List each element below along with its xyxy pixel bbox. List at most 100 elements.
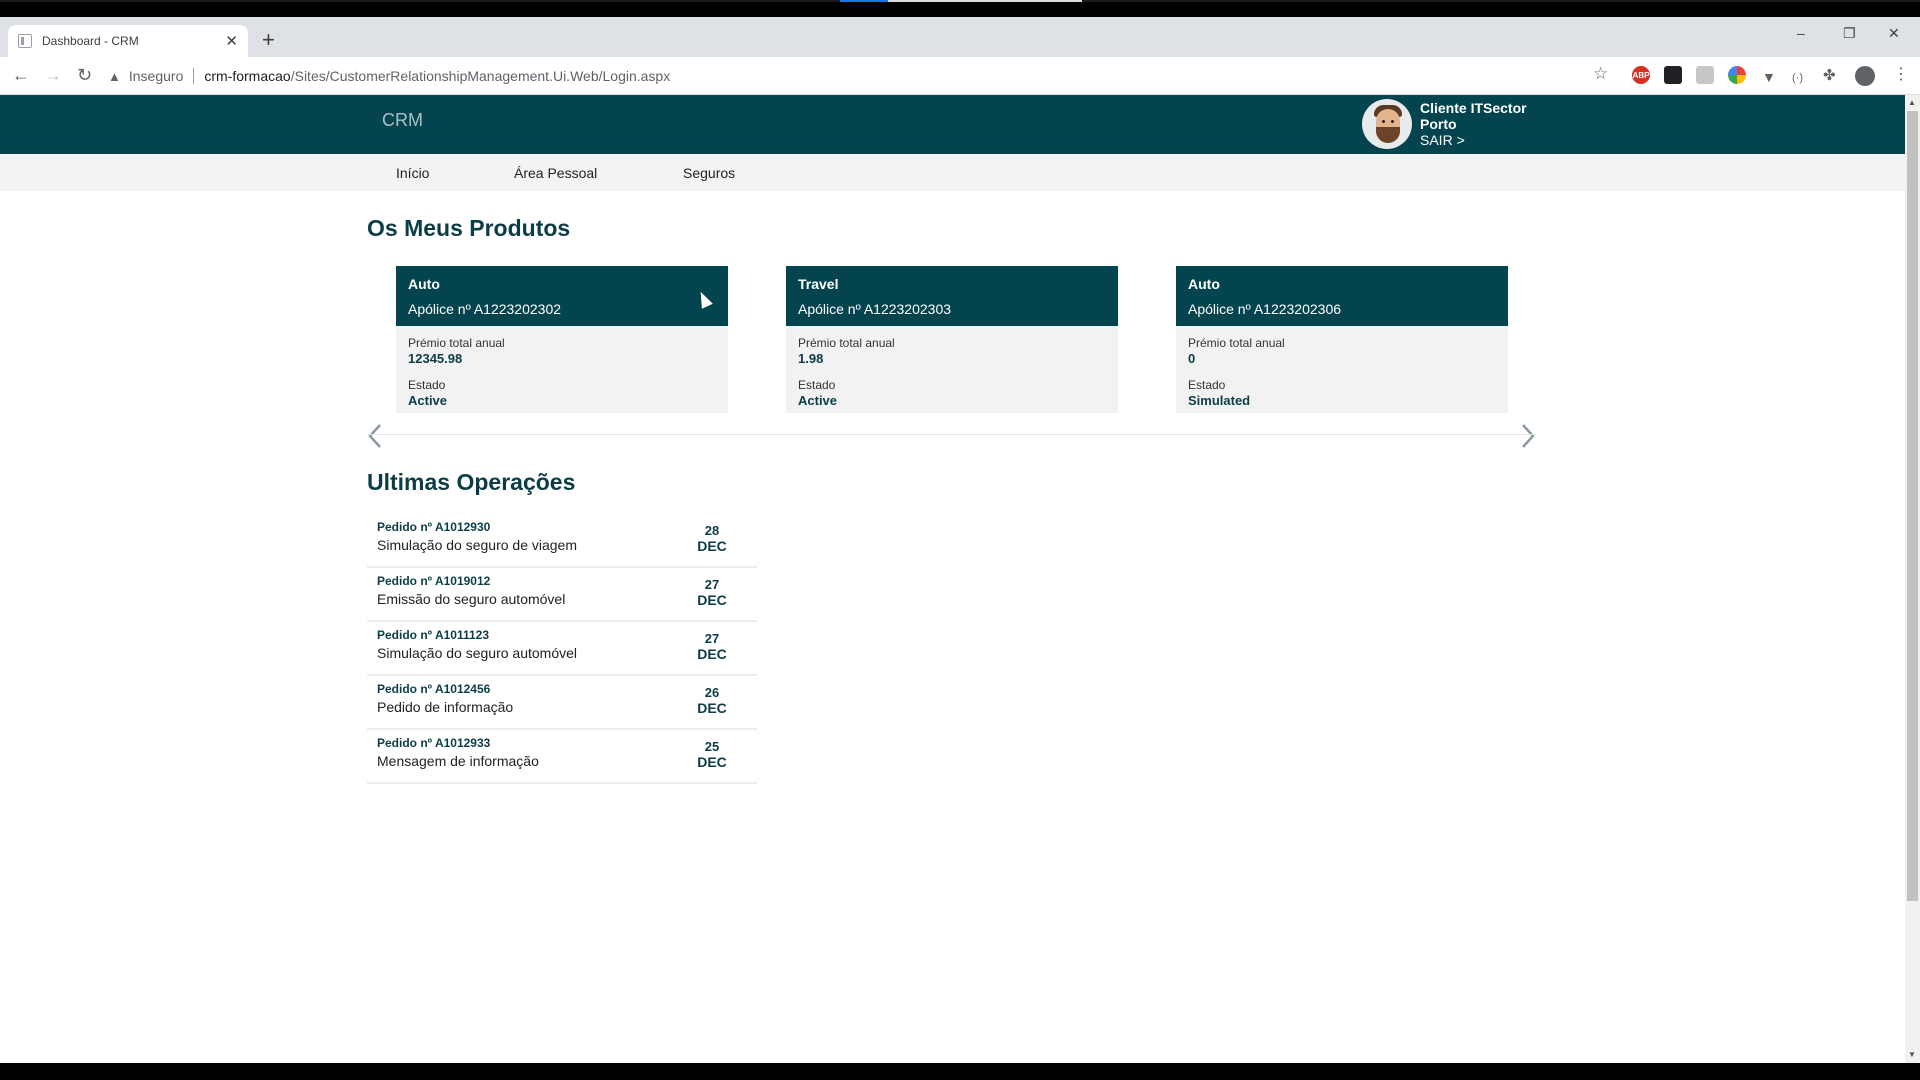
- section-divider: [367, 434, 1537, 435]
- extension-filter-icon[interactable]: ▼: [1762, 67, 1776, 87]
- tab-title: Dashboard - CRM: [42, 34, 139, 48]
- operation-number: Pedido nº A1012933: [377, 736, 491, 750]
- scrollbar-thumb[interactable]: [1907, 111, 1918, 901]
- minimize-button[interactable]: –: [1797, 25, 1805, 41]
- operation-description: Pedido de informação: [377, 699, 514, 715]
- extension-mask-icon[interactable]: [1664, 66, 1682, 84]
- page: CRM Cliente ITSector Porto SAIR > Início…: [0, 95, 1905, 1063]
- star-icon[interactable]: ☆: [1593, 64, 1608, 84]
- premium-value: 12345.98: [408, 351, 463, 366]
- operation-month: DEC: [697, 592, 727, 608]
- premium-value: 0: [1188, 351, 1196, 366]
- operation-number: Pedido nº A1011123: [377, 628, 489, 642]
- logout-link[interactable]: SAIR >: [1420, 132, 1527, 148]
- user-panel: Cliente ITSector Porto SAIR >: [1362, 99, 1527, 149]
- scroll-down-icon[interactable]: ▼: [1908, 1050, 1916, 1059]
- operation-day: 27: [704, 631, 720, 646]
- menu-item-area-pessoal[interactable]: Área Pessoal: [514, 165, 597, 181]
- address-bar: ← → ↻ ▲ Inseguro crm-formacao/Sites/Cust…: [0, 57, 1920, 95]
- chrome-menu-icon[interactable]: ⋮: [1893, 65, 1909, 85]
- status-value: Active: [408, 393, 448, 408]
- puzzle-icon[interactable]: ✤: [1823, 66, 1836, 86]
- restore-button[interactable]: ❐: [1843, 25, 1856, 42]
- operation-month: DEC: [697, 754, 727, 770]
- user-city: Porto: [1420, 116, 1457, 132]
- list-item[interactable]: Pedido nº A1012930 Simulação do seguro d…: [367, 514, 757, 568]
- brand-logo[interactable]: CRM: [382, 110, 423, 131]
- omnibox[interactable]: ▲ Inseguro crm-formacao/Sites/CustomerRe…: [108, 62, 1588, 90]
- omnibox-divider: [193, 68, 195, 84]
- loading-bar: [0, 0, 1920, 2]
- premium-label: Prémio total anual: [1188, 336, 1285, 350]
- premium-value: 1.98: [798, 351, 824, 366]
- operation-number: Pedido nº A1012456: [377, 682, 491, 696]
- close-window-button[interactable]: ✕: [1888, 25, 1900, 42]
- menu-item-inicio[interactable]: Início: [396, 165, 429, 181]
- product-category: Auto: [408, 276, 440, 292]
- page-icon: [18, 34, 32, 48]
- chevron-right-icon[interactable]: [1520, 423, 1536, 449]
- main-menu: Início Área Pessoal Seguros: [0, 154, 1905, 191]
- profile-avatar-icon[interactable]: [1855, 66, 1875, 86]
- list-item[interactable]: Pedido nº A1012933 Mensagem de informaçã…: [367, 730, 757, 784]
- status-label: Estado: [408, 378, 446, 392]
- operation-number: Pedido nº A1012930: [377, 520, 491, 534]
- product-card[interactable]: Travel Apólice nº A1223202303 Prémio tot…: [786, 266, 1118, 413]
- tab-close-icon[interactable]: ✕: [225, 32, 238, 50]
- list-item[interactable]: Pedido nº A1019012 Emissão do seguro aut…: [367, 568, 757, 622]
- site-header: CRM Cliente ITSector Porto SAIR >: [0, 95, 1905, 154]
- menu-item-seguros[interactable]: Seguros: [683, 165, 735, 181]
- operation-day: 25: [704, 739, 720, 754]
- product-card[interactable]: Auto Apólice nº A1223202306 Prémio total…: [1176, 266, 1508, 413]
- new-tab-button[interactable]: +: [262, 29, 275, 51]
- arrow-left-icon[interactable]: ←: [12, 65, 30, 85]
- security-label[interactable]: Inseguro: [129, 68, 183, 84]
- top-strip: [0, 0, 1920, 17]
- operation-number: Pedido nº A1019012: [377, 574, 491, 588]
- operation-description: Simulação do seguro automóvel: [377, 645, 578, 661]
- product-policy: Apólice nº A1223202302: [408, 301, 562, 317]
- product-policy: Apólice nº A1223202306: [1188, 301, 1342, 317]
- browser-tab[interactable]: Dashboard - CRM ✕: [8, 25, 248, 57]
- operations-title: Ultimas Operações: [367, 469, 576, 495]
- warning-icon: ▲: [108, 68, 121, 84]
- url-host: crm-formacao: [204, 68, 291, 84]
- user-name: Cliente ITSector: [1420, 100, 1527, 116]
- list-item[interactable]: Pedido nº A1011123 Simulação do seguro a…: [367, 622, 757, 676]
- scroll-up-icon[interactable]: ▲: [1908, 98, 1916, 107]
- operation-month: DEC: [697, 700, 727, 716]
- reload-icon[interactable]: ↻: [77, 65, 92, 85]
- adblock-extension-icon[interactable]: ABP: [1632, 66, 1650, 84]
- status-label: Estado: [798, 378, 836, 392]
- operation-description: Mensagem de informação: [377, 753, 539, 769]
- product-category: Auto: [1188, 276, 1220, 292]
- product-policy: Apólice nº A1223202303: [798, 301, 952, 317]
- operations-list: Pedido nº A1012930 Simulação do seguro d…: [367, 514, 757, 784]
- arrow-right-icon[interactable]: →: [44, 65, 62, 85]
- list-item[interactable]: Pedido nº A1012456 Pedido de informação …: [367, 676, 757, 730]
- premium-label: Prémio total anual: [408, 336, 505, 350]
- product-category: Travel: [798, 276, 839, 292]
- extension-grey-icon[interactable]: [1696, 66, 1714, 84]
- operation-month: DEC: [697, 646, 727, 662]
- extension-color-icon[interactable]: [1728, 66, 1746, 84]
- operation-day: 26: [704, 685, 720, 700]
- status-value: Active: [798, 393, 838, 408]
- operation-day: 28: [704, 523, 720, 538]
- page-scrollbar[interactable]: ▲ ▼: [1905, 95, 1920, 1063]
- chevron-left-icon[interactable]: [367, 423, 383, 449]
- status-value: Simulated: [1188, 393, 1251, 408]
- operation-month: DEC: [697, 538, 727, 554]
- status-label: Estado: [1188, 378, 1226, 392]
- operation-description: Simulação do seguro de viagem: [377, 537, 578, 553]
- url-path: /Sites/CustomerRelationshipManagement.Ui…: [290, 68, 671, 84]
- premium-label: Prémio total anual: [798, 336, 895, 350]
- products-title: Os Meus Produtos: [367, 215, 571, 241]
- operation-day: 27: [704, 577, 720, 592]
- product-card[interactable]: Auto Apólice nº A1223202302 Prémio total…: [396, 266, 728, 413]
- operation-description: Emissão do seguro automóvel: [377, 591, 566, 607]
- extension-code-icon[interactable]: (·): [1792, 68, 1803, 88]
- browser-tab-bar: Dashboard - CRM ✕ + – ❐ ✕: [0, 17, 1920, 57]
- bottom-strip: [0, 1063, 1920, 1080]
- avatar: [1362, 99, 1412, 149]
